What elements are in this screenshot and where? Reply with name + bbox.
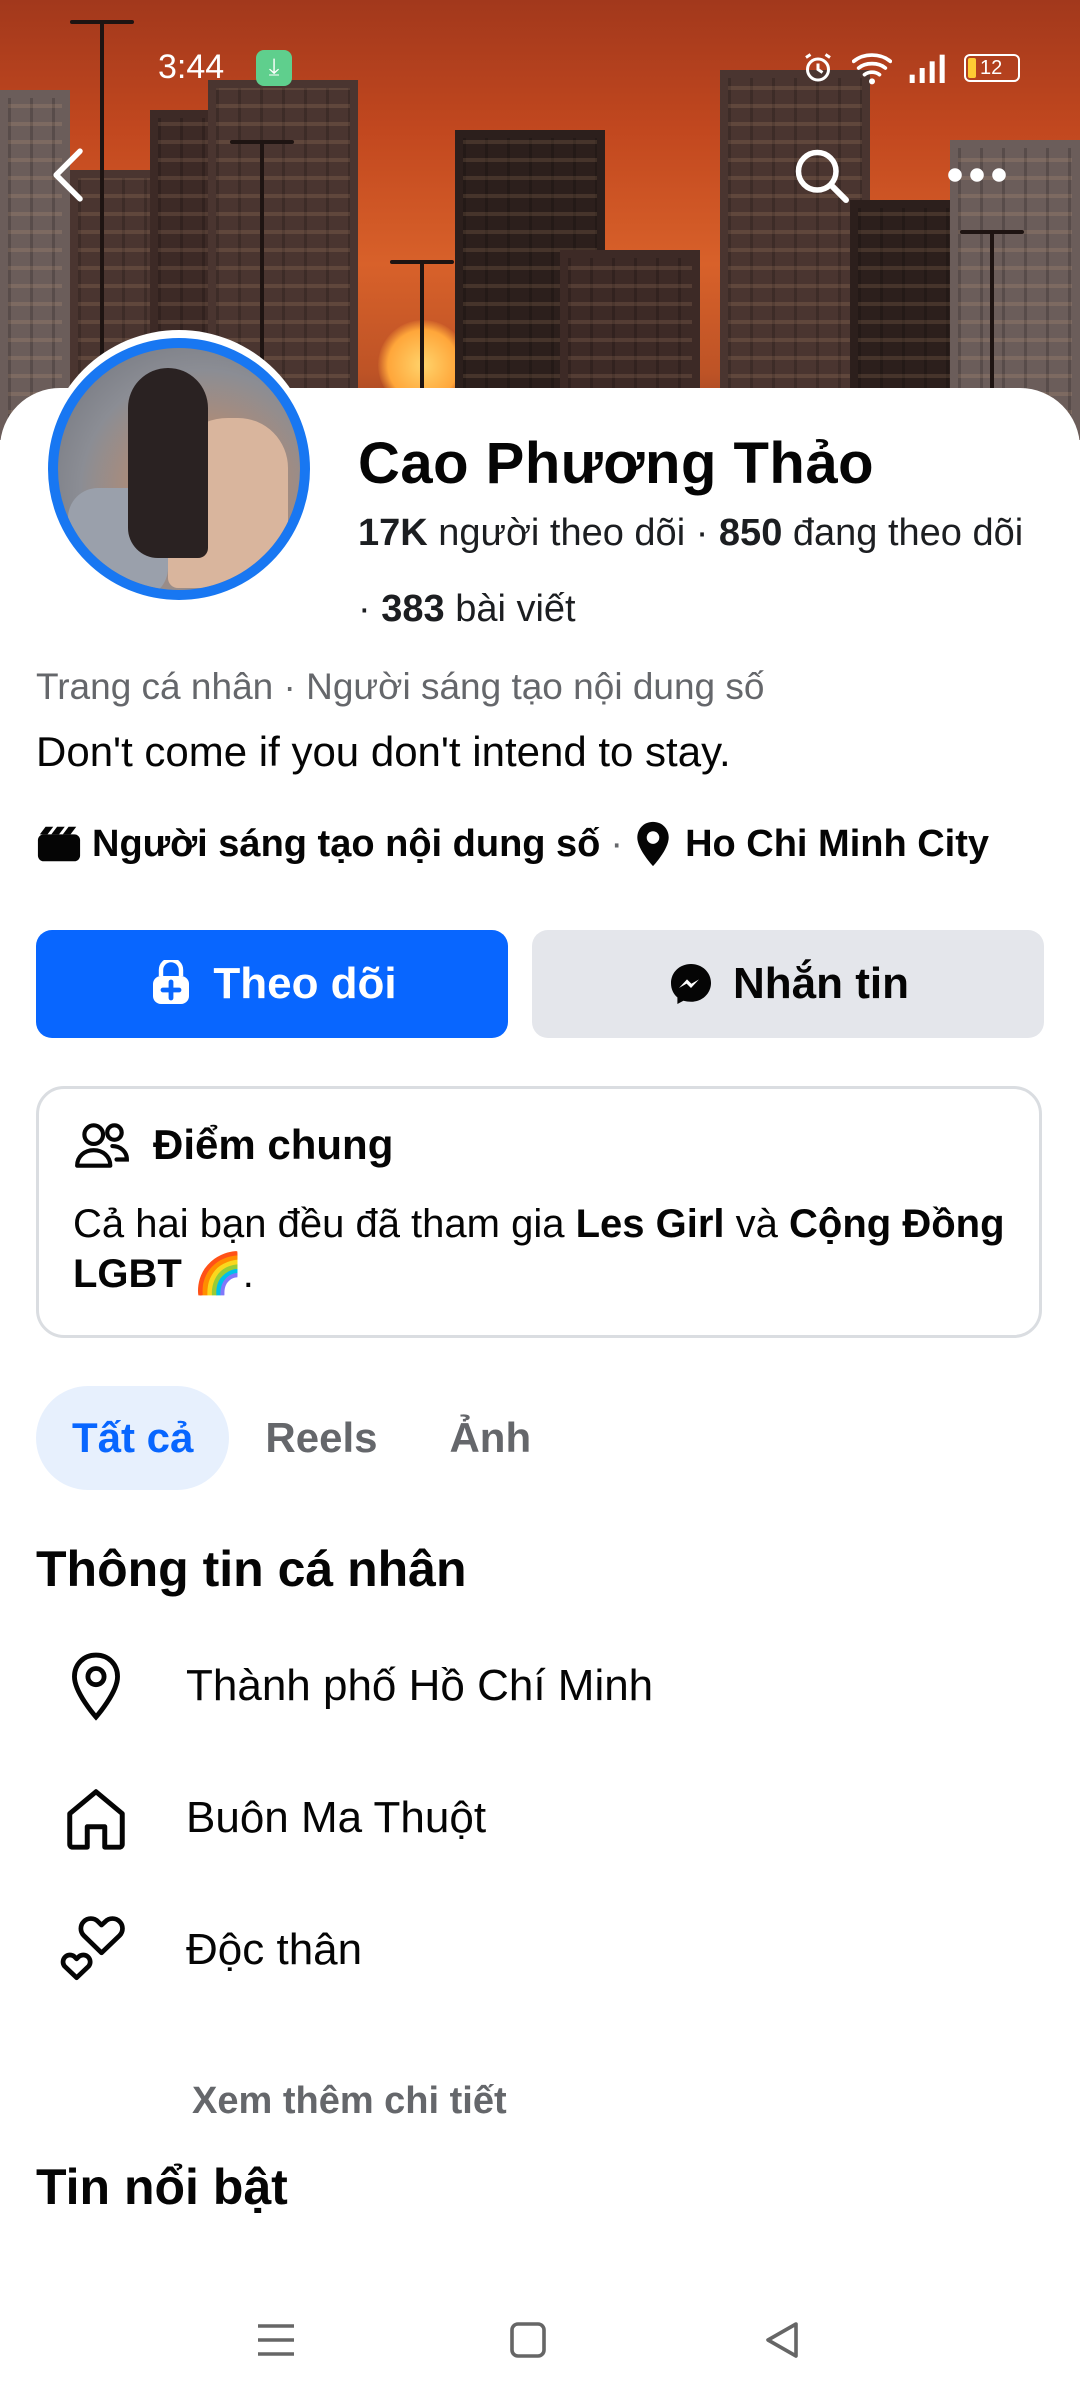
more-dots-icon xyxy=(948,168,1006,182)
tab-reels[interactable]: Reels xyxy=(229,1386,413,1490)
avatar[interactable] xyxy=(48,338,310,600)
more-options-button[interactable] xyxy=(942,140,1012,210)
triangle-back-icon xyxy=(766,2322,798,2358)
about-item-text: Buôn Ma Thuột xyxy=(186,1793,487,1842)
profile-category: Trang cá nhân · Người sáng tạo nội dung … xyxy=(36,666,765,707)
about-title: Thông tin cá nhân xyxy=(36,1541,467,1597)
follow-label: Theo dõi xyxy=(213,959,397,1008)
hearts-icon xyxy=(56,1910,136,1990)
home-key[interactable] xyxy=(498,2310,558,2370)
clapperboard-icon xyxy=(37,826,81,862)
stats-separator: · xyxy=(358,588,382,630)
meta-location: Ho Chi Minh City xyxy=(685,822,990,865)
profile-posts: · 383 bài viết xyxy=(358,588,576,631)
profile-bio: Don't come if you don't intend to stay. xyxy=(36,728,731,775)
battery-icon: 12 xyxy=(964,54,1020,82)
posts-count: 383 xyxy=(381,588,445,630)
meta-separator: · xyxy=(610,822,624,865)
status-bar: 3:44 ⤓ 12 xyxy=(0,40,1080,96)
search-icon xyxy=(795,149,849,203)
mutual-text: Cả hai bạn đều đã tham gia Les Girl và C… xyxy=(73,1199,1013,1299)
see-more-details-link[interactable]: Xem thêm chi tiết xyxy=(192,2080,507,2123)
back-key[interactable] xyxy=(752,2310,812,2370)
system-nav-bar xyxy=(0,2280,1080,2400)
signal-icon xyxy=(909,54,945,83)
profile-stats: 17K người theo dõi · 850 đang theo dõi xyxy=(358,512,1023,555)
status-icons: 12 xyxy=(800,50,1020,86)
back-arrow-icon xyxy=(53,148,83,202)
follow-icon xyxy=(153,960,190,1004)
status-time: 3:44 xyxy=(158,48,225,86)
alarm-icon xyxy=(805,53,831,82)
about-item-relationship[interactable]: Độc thân xyxy=(56,1910,362,1990)
profile-meta: Người sáng tạo nội dung số · Ho Chi Minh… xyxy=(36,820,989,868)
people-icon xyxy=(75,1123,129,1168)
followers-count[interactable]: 17K xyxy=(358,512,428,554)
location-pin-icon xyxy=(637,821,669,867)
mutual-text-prefix: Cả hai bạn đều đã tham gia xyxy=(73,1202,576,1246)
mutual-text-suffix: . xyxy=(242,1252,254,1296)
following-label[interactable]: đang theo dõi xyxy=(793,512,1023,554)
cover-building xyxy=(720,70,870,440)
square-icon xyxy=(510,2322,546,2358)
about-item-hometown[interactable]: Buôn Ma Thuột xyxy=(56,1778,486,1858)
highlights-title: Tin nổi bật xyxy=(36,2159,288,2215)
menu-key[interactable] xyxy=(246,2310,306,2370)
location-pin-icon xyxy=(56,1646,136,1726)
home-icon xyxy=(56,1778,136,1858)
mutual-header: Điểm chung xyxy=(73,1119,393,1171)
mutual-text-and: và xyxy=(724,1202,790,1246)
meta-role: Người sáng tạo nội dung số xyxy=(92,822,601,865)
about-item-current-city[interactable]: Thành phố Hồ Chí Minh xyxy=(56,1646,653,1726)
mutual-info-card[interactable]: Điểm chung Cả hai bạn đều đã tham gia Le… xyxy=(36,1086,1042,1338)
about-item-text: Độc thân xyxy=(186,1925,363,1974)
stats-separator: · xyxy=(695,512,719,554)
posts-label: bài viết xyxy=(455,588,576,630)
following-count[interactable]: 850 xyxy=(719,512,782,554)
follow-button[interactable]: Theo dõi xyxy=(36,930,508,1038)
back-button[interactable] xyxy=(34,140,104,210)
messenger-icon xyxy=(671,964,711,1004)
battery-level: 12 xyxy=(980,57,1003,79)
message-label: Nhắn tin xyxy=(733,959,909,1008)
mutual-group-1[interactable]: Les Girl xyxy=(576,1202,725,1246)
wifi-icon xyxy=(852,53,892,85)
download-icon: ⤓ xyxy=(256,50,292,86)
search-button[interactable] xyxy=(786,140,856,210)
tab-all[interactable]: Tất cả xyxy=(36,1386,230,1490)
tab-photos[interactable]: Ảnh xyxy=(413,1386,567,1490)
about-item-text: Thành phố Hồ Chí Minh xyxy=(186,1661,654,1710)
mutual-title: Điểm chung xyxy=(153,1121,394,1168)
menu-icon xyxy=(258,2324,294,2356)
followers-label[interactable]: người theo dõi xyxy=(438,512,685,554)
profile-name: Cao Phương Thảo xyxy=(358,431,875,496)
message-button[interactable]: Nhắn tin xyxy=(532,930,1044,1038)
profile-tabs: Tất cả Reels Ảnh xyxy=(36,1386,567,1490)
